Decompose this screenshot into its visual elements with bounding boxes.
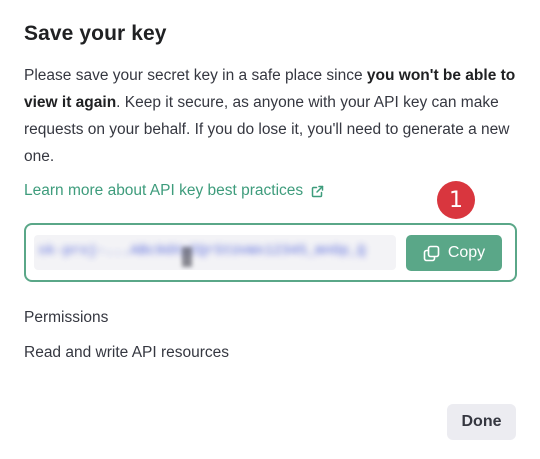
learn-more-label: Learn more about API key best practices [24, 182, 304, 199]
annotation-badge: 1 [437, 181, 475, 219]
secret-key-box: sk-proj-...ABc9dXyZQrStUvWx12345_mnOp_Q … [24, 223, 517, 282]
copy-button[interactable]: Copy [406, 235, 502, 271]
permissions-value: Read and write API resources [24, 344, 230, 361]
copy-icon [423, 245, 440, 262]
dialog-title: Save your key [24, 22, 167, 45]
redaction-mark [182, 247, 192, 267]
permissions-heading: Permissions [24, 309, 109, 326]
secret-key-field[interactable]: sk-proj-...ABc9dXyZQrStUvWx12345_mnOp_Q [34, 235, 396, 270]
copy-label: Copy [447, 244, 486, 261]
done-button[interactable]: Done [447, 404, 516, 440]
secret-key-value: sk-proj-...ABc9dXyZQrStUvWx12345_mnOp_Q [38, 243, 366, 259]
description-text: Please save your secret key in a safe pl… [24, 67, 367, 84]
external-link-icon [311, 185, 324, 198]
dialog-description: Please save your secret key in a safe pl… [24, 62, 516, 170]
save-key-dialog: Save your key Please save your secret ke… [0, 0, 540, 459]
learn-more-link[interactable]: Learn more about API key best practices [24, 182, 324, 200]
